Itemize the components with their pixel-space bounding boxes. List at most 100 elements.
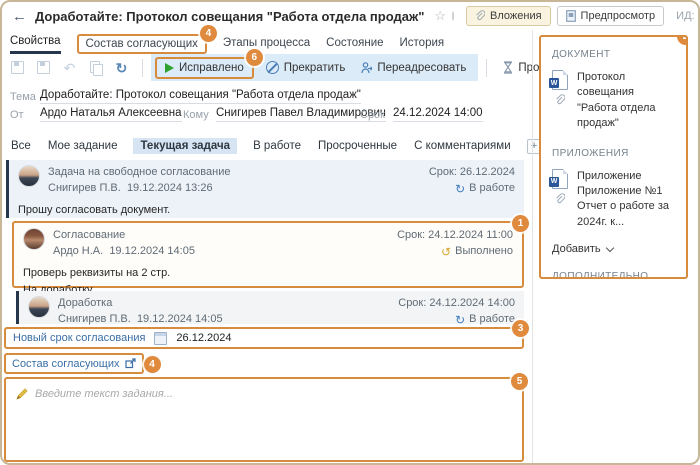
annotation-badge-4: 4 [143,356,161,373]
annotation-badge-3: 3 [512,320,529,337]
card-date: 19.12.2024 14:05 [109,244,195,257]
tab-properties[interactable]: Свойства [10,33,61,54]
annotation-badge-6: 6 [245,48,263,66]
document-title[interactable]: Протокол совещания "Работа отдела продаж… [577,70,675,132]
stop-button-label: Прекратить [283,61,346,74]
avatar [28,296,50,318]
task-text-input[interactable]: Введите текст задания... [6,379,522,409]
back-icon[interactable]: ← [12,8,27,25]
annotation-badge-5: 5 [511,373,528,390]
card-deadline: Срок: 24.12.2024 14:00 [398,297,515,309]
paperclip-icon[interactable] [555,94,565,106]
approvers-link[interactable]: Состав согласующих [12,358,120,370]
tab-bar: Свойства Состав согласующих 4 Этапы проц… [10,24,445,54]
filter-all[interactable]: Все [10,138,32,154]
paperclip-icon [476,10,486,21]
action-strip: Исправлено 6 Прекратить Переадресовать [151,48,479,81]
forward-person-icon [361,61,373,73]
add-attachment-label: Добавить [552,243,601,256]
add-attachment-button[interactable]: Добавить [552,243,675,255]
paperclip-icon[interactable] [555,192,565,205]
filter-in-progress[interactable]: В работе [252,138,302,154]
page-title: Доработайте: Протокол совещания "Работа … [35,8,425,24]
undo-icon[interactable]: ↶ [62,60,77,75]
calendar-icon[interactable] [154,331,168,345]
tab-state[interactable]: Состояние [326,35,383,53]
play-icon [165,62,174,73]
card-text: Проверь реквизиты на 2 стр. [23,266,171,279]
annotation-box-task-input: 5 Введите текст задания... [4,373,528,462]
card-author[interactable]: Ардо Н.А. [53,245,103,257]
external-link-icon[interactable] [124,358,136,369]
document-item[interactable]: Протокол совещания "Работа отдела продаж… [549,70,675,132]
deadline-label: Срок [360,109,385,121]
annotation-badge-1: 1 [512,215,529,232]
annotation-box-approvers-link: 4 Состав согласующих [4,353,161,374]
save-all-icon[interactable] [36,60,51,75]
task-card-rework[interactable]: Доработка Снигирев П.В. 19.12.2024 14:05… [16,291,524,327]
subject-label: Тема [10,91,36,103]
from-label: От [10,109,24,121]
favorite-star-icon[interactable]: ☆ [434,8,446,24]
in-progress-icon: ↻ [455,181,466,196]
card-date: 19.12.2024 14:05 [136,312,223,325]
corrected-button[interactable]: Исправлено [157,59,252,77]
from-value[interactable]: Ардо Наталья Алексеевна [40,107,182,122]
subscribe-icon[interactable] [452,11,455,21]
filter-current-task[interactable]: Текущая задача [133,138,238,154]
annotation-box-approval-card: 1 Согласование Ардо Н.А. 19.12.2024 14:0… [12,215,529,296]
card-status: Выполнено [455,244,513,257]
filter-overdue[interactable]: Просроченные [317,138,398,154]
stop-button[interactable]: Прекратить [258,58,354,77]
toolbar-divider [486,58,488,77]
attachment-kind: Приложение [577,169,642,182]
additional-section-heading: ДОПОЛНИТЕЛЬНО [552,271,649,279]
refresh-icon[interactable]: ↻ [114,60,129,75]
tab-process-stages[interactable]: Этапы процесса [223,35,310,53]
attachment-title[interactable]: Приложение №1 Отчет о работе за 2024г. к… [577,185,669,228]
preview-button[interactable]: Предпросмотр [556,6,665,26]
deadline-value[interactable]: 24.12.2024 14:00 [393,107,483,122]
corrected-button-label: Исправлено [179,61,244,74]
header: ← Доработайте: Протокол совещания "Работ… [2,2,698,30]
card-status: В работе [469,312,515,325]
card-status: В работе [469,181,515,194]
done-icon: ↺ [441,244,452,259]
tab-approvers[interactable]: Состав согласующих [86,38,198,50]
copy-icon[interactable] [88,60,103,76]
card-author[interactable]: Снигирев П.В. [58,313,131,325]
forward-button[interactable]: Переадресовать [353,59,474,77]
subject-value[interactable]: Доработайте: Протокол совещания "Работа … [40,89,361,104]
stop-icon [265,61,279,74]
in-progress-icon: ↻ [455,312,466,327]
card-author[interactable]: Снигирев П.В. [48,182,121,194]
preview-button-label: Предпросмотр [580,10,656,22]
annotation-box-attachments-panel: 2 ДОКУМЕНТ Протокол совещания "Работа от… [539,35,688,279]
record-id: ИД: 51 [676,10,698,22]
word-doc-icon [549,168,568,189]
card-title: Задача на свободное согласование [48,166,231,178]
annotation-badge-4: 4 [199,24,217,42]
card-deadline: Срок: 26.12.2024 [428,166,515,178]
avatar [23,228,45,250]
filter-my-task[interactable]: Мое задание [47,138,119,154]
attachments-button-label: Вложения [490,10,542,22]
card-deadline: Срок: 24.12.2024 11:00 [397,229,513,241]
filter-bar: Все Мое задание Текущая задача В работе … [10,138,572,154]
annotation-box-corrected: Исправлено 6 [155,48,263,79]
tab-history[interactable]: История [400,35,445,53]
attachments-button[interactable]: Вложения [466,6,551,26]
task-card-approval[interactable]: Согласование Ардо Н.А. 19.12.2024 14:05 … [14,223,522,301]
filter-with-comments[interactable]: С комментариями [413,138,512,154]
new-deadline-value[interactable]: 26.12.2024 [176,332,231,344]
pencil-icon [16,388,28,400]
toolbar-divider [142,58,143,77]
save-icon[interactable] [10,60,25,75]
attachment-item[interactable]: Приложение Приложение №1 Отчет о работе з… [549,168,675,231]
card-title: Доработка [58,297,113,309]
annotation-box-tab-approvers: Состав согласующих 4 [76,24,217,54]
chevron-down-icon [605,243,614,253]
forward-button-label: Переадресовать [377,61,467,74]
task-card-free-approval[interactable]: Задача на свободное согласование Снигире… [6,160,524,232]
card-title: Согласование [53,229,126,241]
